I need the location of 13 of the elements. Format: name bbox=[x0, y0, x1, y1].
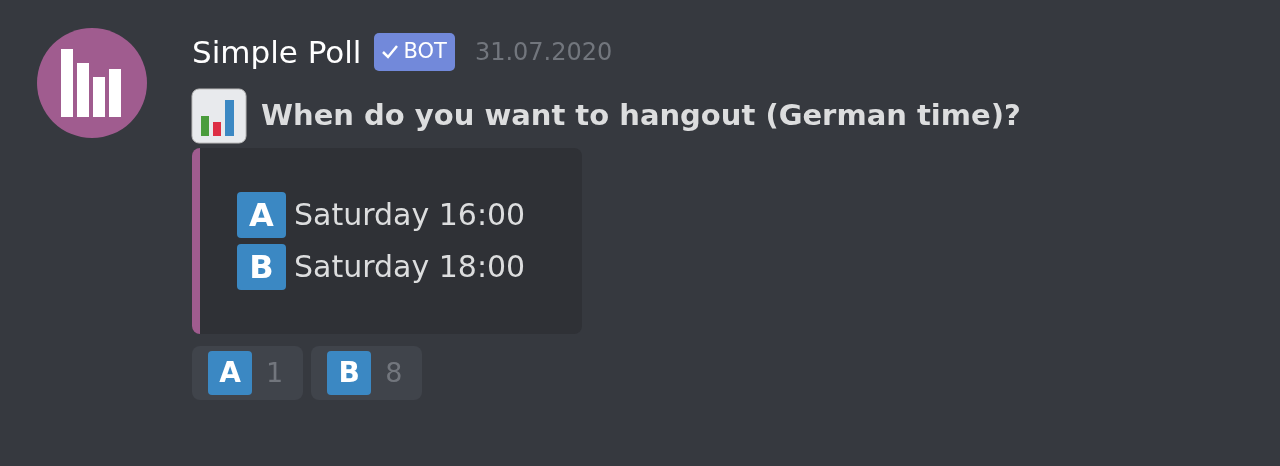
checkmark-icon bbox=[381, 45, 398, 59]
bar-chart-icon bbox=[61, 49, 123, 117]
bar-chart-icon bbox=[191, 88, 247, 144]
letter-emoji: B bbox=[327, 351, 372, 395]
poll-question: When do you want to hangout (German time)? bbox=[261, 97, 1021, 135]
letter-emoji: A bbox=[208, 351, 252, 395]
letter-emoji: A bbox=[237, 192, 286, 238]
poll-option: Saturday 18:00 bbox=[294, 241, 526, 293]
author-name[interactable]: Simple Poll bbox=[192, 28, 362, 76]
letter-emoji: B bbox=[237, 244, 286, 290]
poll-option: Saturday 16:00 bbox=[294, 189, 526, 241]
bot-badge: BOT bbox=[373, 33, 455, 71]
timestamp: 31.07.2020 bbox=[474, 37, 613, 68]
